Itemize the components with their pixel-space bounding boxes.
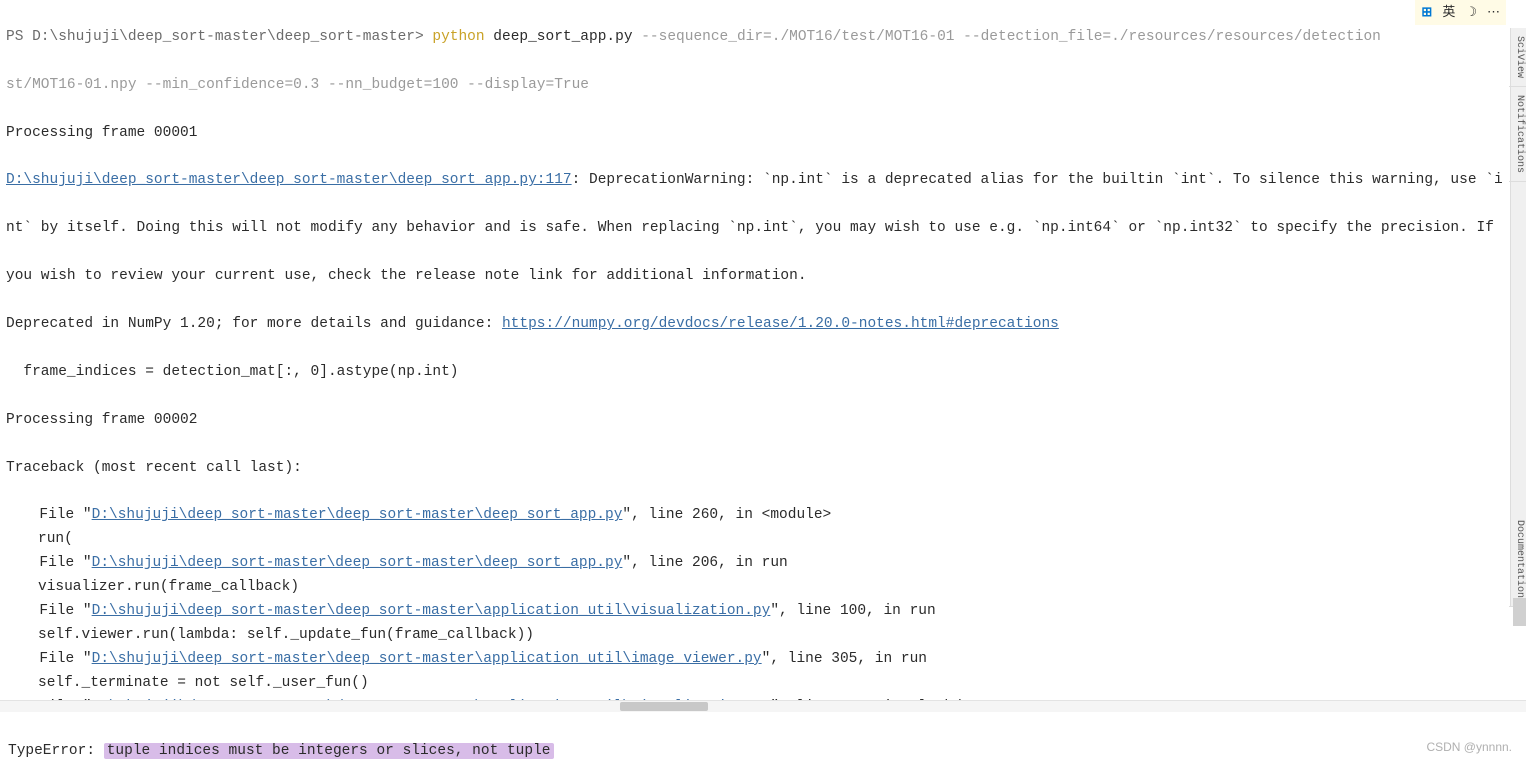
script-args-1: --sequence_dir=./MOT16/test/MOT16-01 --d…	[641, 29, 1381, 45]
traceback-frame: File "D:\shujuji\deep_sort-master\deep_s…	[6, 552, 1520, 576]
traceback-code: self._terminate = not self._user_fun()	[6, 672, 1520, 696]
file-prefix: File "	[22, 651, 92, 667]
traceback-file-link[interactable]: D:\shujuji\deep_sort-master\deep_sort-ma…	[92, 651, 762, 667]
traceback-code: visualizer.run(frame_callback)	[6, 576, 1520, 600]
traceback-frame: File "D:\shujuji\deep_sort-master\deep_s…	[6, 600, 1520, 624]
traceback-code: run(	[6, 528, 1520, 552]
horizontal-scrollbar[interactable]	[0, 700, 1526, 712]
file-prefix: File "	[22, 603, 92, 619]
script-name: deep_sort_app.py	[485, 29, 642, 45]
log-processing-1: Processing frame 00001	[6, 122, 1520, 146]
windows-icon: ⊞	[1421, 2, 1432, 23]
traceback-code: self.viewer.run(lambda: self._update_fun…	[6, 624, 1520, 648]
traceback-file-link[interactable]: D:\shujuji\deep_sort-master\deep_sort-ma…	[92, 507, 623, 523]
documentation-tab[interactable]: Documentation	[1509, 512, 1526, 607]
traceback-header: Traceback (most recent call last):	[6, 457, 1520, 481]
traceback-location: ", line 260, in <module>	[622, 507, 831, 523]
warning-text-3: you wish to review your current use, che…	[6, 265, 1520, 289]
shell-prompt: PS D:\shujuji\deep_sort-master\deep_sort…	[6, 29, 432, 45]
traceback-location: ", line 100, in run	[770, 603, 935, 619]
traceback-location: ", line 206, in run	[622, 555, 787, 571]
traceback-file-link[interactable]: D:\shujuji\deep_sort-master\deep_sort-ma…	[92, 555, 623, 571]
notifications-tab[interactable]: Notifications	[1509, 87, 1526, 182]
deprecated-prefix: Deprecated in NumPy 1.20; for more detai…	[6, 316, 502, 332]
python-keyword: python	[432, 29, 484, 45]
ime-language[interactable]: 英	[1442, 2, 1455, 23]
traceback-frame: File "D:\shujuji\deep_sort-master\deep_s…	[6, 504, 1520, 528]
command-line: PS D:\shujuji\deep_sort-master\deep_sort…	[6, 26, 1520, 50]
log-processing-2: Processing frame 00002	[6, 409, 1520, 433]
vertical-scrollbar-thumb[interactable]	[1513, 598, 1526, 626]
error-type: TypeError:	[8, 743, 104, 759]
tray-more-icon[interactable]: ⋯	[1487, 2, 1500, 23]
file-prefix: File "	[22, 555, 92, 571]
warning-source-link[interactable]: D:\shujuji\deep_sort-master\deep_sort-ma…	[6, 172, 572, 188]
deprecated-note: Deprecated in NumPy 1.20; for more detai…	[6, 313, 1520, 337]
traceback-location: ", line 305, in run	[762, 651, 927, 667]
horizontal-scrollbar-thumb[interactable]	[620, 702, 708, 711]
numpy-docs-link[interactable]: https://numpy.org/devdocs/release/1.20.0…	[502, 316, 1059, 332]
traceback-frame: File "D:\shujuji\deep_sort-master\deep_s…	[6, 648, 1520, 672]
error-message: tuple indices must be integers or slices…	[104, 743, 554, 759]
moon-icon[interactable]: ☽	[1465, 2, 1477, 23]
warning-code: frame_indices = detection_mat[:, 0].asty…	[6, 361, 1520, 385]
sciview-tab[interactable]: SciView	[1509, 28, 1526, 87]
right-sidebar: SciView Notifications Documentation	[1510, 28, 1526, 607]
traceback-file-link[interactable]: D:\shujuji\deep_sort-master\deep_sort-ma…	[92, 603, 771, 619]
deprecation-warning-line1: D:\shujuji\deep_sort-master\deep_sort-ma…	[6, 169, 1520, 193]
error-line: TypeError: tuple indices must be integer…	[0, 740, 1526, 764]
script-args-2: st/MOT16-01.npy --min_confidence=0.3 --n…	[6, 74, 1520, 98]
warning-text-1: : DeprecationWarning: `np.int` is a depr…	[572, 172, 1503, 188]
watermark: CSDN @ynnnn.	[1426, 738, 1512, 758]
terminal-output[interactable]: PS D:\shujuji\deep_sort-master\deep_sort…	[0, 0, 1526, 700]
warning-text-2: nt` by itself. Doing this will not modif…	[6, 217, 1520, 241]
system-tray: ⊞ 英 ☽ ⋯	[1415, 0, 1506, 25]
file-prefix: File "	[22, 507, 92, 523]
